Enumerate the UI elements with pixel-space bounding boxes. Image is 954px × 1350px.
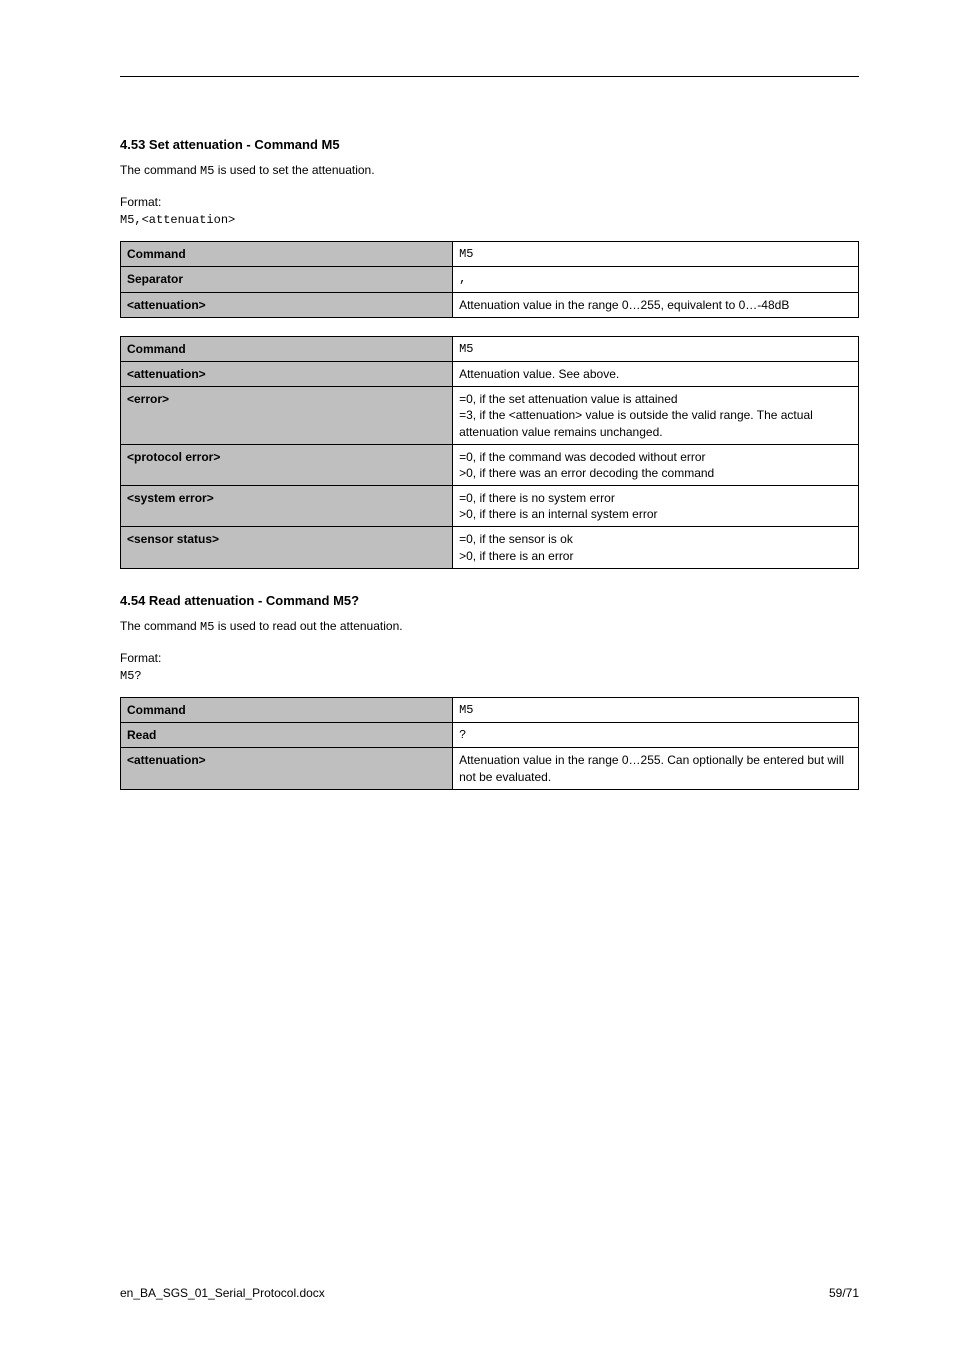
desc-post-2: is used to read out the attenuation. <box>214 619 402 633</box>
cell-label: Separator <box>121 267 453 292</box>
cell-label: <sensor status> <box>121 527 453 568</box>
cell-value: M5 <box>453 242 859 267</box>
cell-value: Attenuation value in the range 0…255, eq… <box>453 292 859 317</box>
cell-label: Command <box>121 242 453 267</box>
page-footer: en_BA_SGS_01_Serial_Protocol.docx 59/71 <box>120 1286 859 1300</box>
desc-post-1: is used to set the attenuation. <box>214 163 374 177</box>
desc-cmd-1: M5 <box>200 164 214 178</box>
desc-pre-2: The command <box>120 619 200 633</box>
footer-page-number: 59/71 <box>829 1286 859 1300</box>
cell-value: Attenuation value. See above. <box>453 361 859 386</box>
footer-filename: en_BA_SGS_01_Serial_Protocol.docx <box>120 1286 325 1300</box>
cell-value: =0, if the command was decoded without e… <box>453 444 859 485</box>
cell-label: <system error> <box>121 486 453 527</box>
section-title-2: 4.54 Read attenuation - Command M5? <box>120 593 859 608</box>
section-description-2: The command M5 is used to read out the a… <box>120 618 859 635</box>
section-set-attenuation: 4.53 Set attenuation - Command M5 The co… <box>120 137 859 569</box>
table-row: Command M5 <box>121 336 859 361</box>
format-code-2: M5? <box>120 669 859 683</box>
table-row: Separator , <box>121 267 859 292</box>
cell-value: ? <box>453 723 859 748</box>
section-read-attenuation: 4.54 Read attenuation - Command M5? The … <box>120 593 859 790</box>
table-row: Command M5 <box>121 698 859 723</box>
cell-label: Command <box>121 336 453 361</box>
cell-value: =0, if the set attenuation value is atta… <box>453 387 859 445</box>
section-title-1: 4.53 Set attenuation - Command M5 <box>120 137 859 152</box>
format-code-1: M5,<attenuation> <box>120 213 859 227</box>
cell-label: Command <box>121 698 453 723</box>
table-row: <error> =0, if the set attenuation value… <box>121 387 859 445</box>
desc-pre-1: The command <box>120 163 200 177</box>
format-label-1: Format: <box>120 195 859 209</box>
table-row: Command M5 <box>121 242 859 267</box>
cell-value: , <box>453 267 859 292</box>
cell-label: <attenuation> <box>121 292 453 317</box>
cell-label: <error> <box>121 387 453 445</box>
table-input-2: Command M5 Read ? <attenuation> Attenuat… <box>120 697 859 790</box>
cell-value: M5 <box>453 698 859 723</box>
format-label-2: Format: <box>120 651 859 665</box>
section-description-1: The command M5 is used to set the attenu… <box>120 162 859 179</box>
table-row: <system error> =0, if there is no system… <box>121 486 859 527</box>
cell-value: =0, if there is no system error>0, if th… <box>453 486 859 527</box>
desc-cmd-2: M5 <box>200 620 214 634</box>
table-row: Read ? <box>121 723 859 748</box>
cell-value: Attenuation value in the range 0…255. Ca… <box>453 748 859 789</box>
table-row: <protocol error> =0, if the command was … <box>121 444 859 485</box>
cell-label: <protocol error> <box>121 444 453 485</box>
cell-label: <attenuation> <box>121 361 453 386</box>
cell-value: =0, if the sensor is ok>0, if there is a… <box>453 527 859 568</box>
header-rule <box>120 76 859 77</box>
table-row: <attenuation> Attenuation value. See abo… <box>121 361 859 386</box>
table-row: <attenuation> Attenuation value in the r… <box>121 748 859 789</box>
table-row: <sensor status> =0, if the sensor is ok>… <box>121 527 859 568</box>
cell-label: <attenuation> <box>121 748 453 789</box>
cell-label: Read <box>121 723 453 748</box>
cell-value: M5 <box>453 336 859 361</box>
table-input-1: Command M5 Separator , <attenuation> Att… <box>120 241 859 318</box>
table-row: <attenuation> Attenuation value in the r… <box>121 292 859 317</box>
table-output-1: Command M5 <attenuation> Attenuation val… <box>120 336 859 569</box>
